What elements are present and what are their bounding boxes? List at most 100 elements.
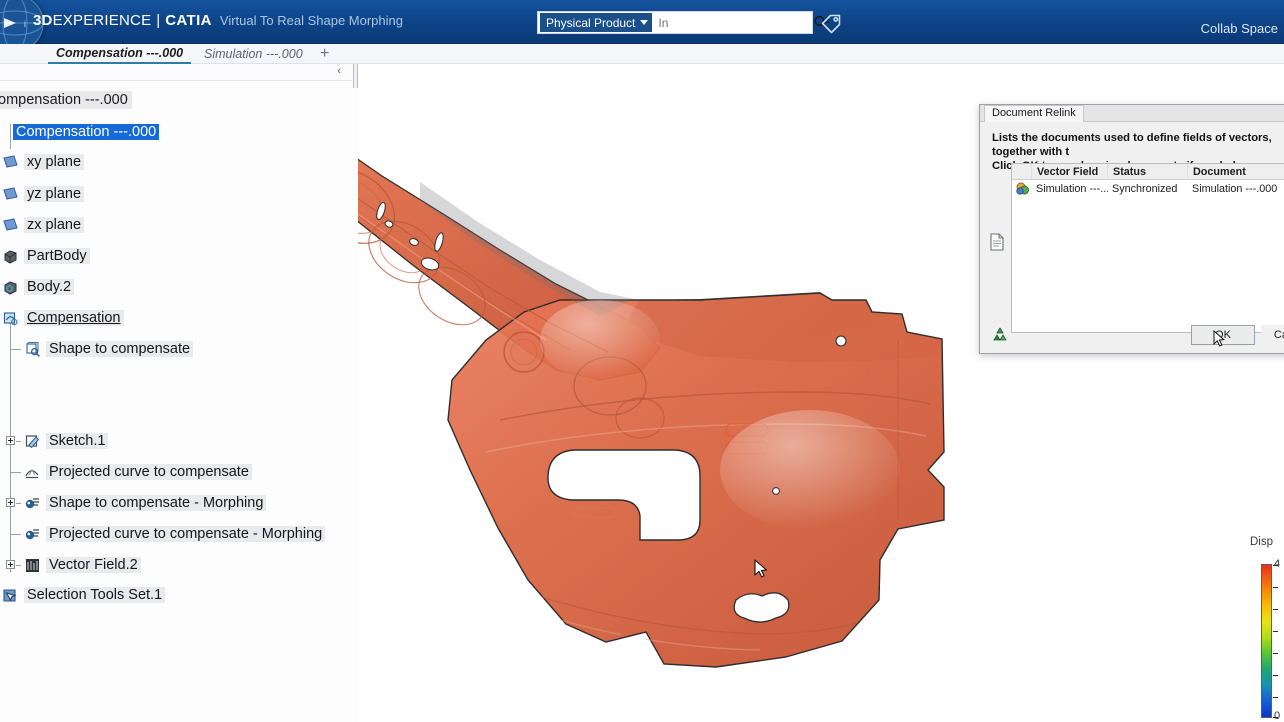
dialog-footer: OK Cancel	[980, 321, 1284, 353]
tree-item-xy-plane[interactable]: xy plane	[2, 152, 84, 172]
tree-item-label: PartBody	[24, 248, 90, 264]
tree-item-label: Body.2	[24, 279, 74, 295]
specification-tree-panel: ‹ ompensation ---.000 Compensation ---.0…	[0, 64, 352, 722]
tree-item-body2[interactable]: Body.2	[2, 277, 74, 297]
tree-item-compensation-root[interactable]: Compensation ---.000	[13, 122, 159, 142]
legend-max-value: 4	[1274, 558, 1280, 570]
table-row[interactable]: Simulation ---.... Synchronized Simulati…	[1012, 180, 1284, 197]
legend-min-value: 0	[1274, 710, 1280, 722]
tree-connector-line	[10, 124, 11, 149]
tree-item-zx-plane[interactable]: zx plane	[2, 215, 84, 235]
tree-item-label: Selection Tools Set.1	[24, 587, 165, 603]
tree-item-shape-to-compensate-morphing[interactable]: Shape to compensate - Morphing	[24, 493, 266, 513]
global-search-bar[interactable]: Physical Product	[537, 11, 813, 34]
relink-table-header: Vector Field Status Document	[1012, 164, 1284, 180]
tree-expander-shape-morphing[interactable]	[6, 498, 15, 507]
displacement-color-legend: Disp 4 0	[1250, 536, 1284, 722]
tree-expander-sketch1[interactable]	[6, 436, 15, 445]
legend-tick	[1273, 653, 1278, 654]
tree-item-label: Shape to compensate - Morphing	[46, 495, 266, 511]
tree-item-label: Shape to compensate	[46, 341, 193, 357]
tree-connector-line	[10, 534, 21, 535]
tab-simulation-label: Simulation ---.000	[204, 47, 303, 61]
app-name-text: Virtual To Real Shape Morphing	[220, 13, 403, 28]
tree-panel-header: ‹	[0, 64, 352, 81]
legend-tick	[1273, 675, 1278, 676]
column-header-icon	[1012, 164, 1032, 179]
legend-gradient-bar	[1261, 564, 1272, 718]
compensation-icon	[2, 310, 19, 327]
vector-field-icon	[24, 557, 41, 574]
tree-item-projected-curve-morphing[interactable]: Projected curve to compensate - Morphing	[24, 524, 325, 544]
brand-separator: |	[156, 12, 160, 29]
brand-catia-text: CATIA	[165, 12, 212, 29]
column-header-status: Status	[1108, 164, 1188, 179]
tree-item-compensation[interactable]: Compensation	[2, 308, 124, 328]
sketch-icon	[24, 433, 41, 450]
tree-item-yz-plane[interactable]: yz plane	[2, 184, 84, 204]
plane-icon	[2, 186, 19, 203]
tree-item-label: Projected curve to compensate	[46, 464, 252, 480]
tab-compensation[interactable]: Compensation ---.000	[48, 44, 191, 64]
legend-tick	[1273, 697, 1278, 698]
recycle-sync-icon[interactable]	[991, 326, 1009, 344]
tree-item-projected-curve[interactable]: Projected curve to compensate	[24, 462, 252, 482]
cell-vector-field: Simulation ---....	[1032, 183, 1108, 195]
mouse-cursor-icon	[754, 559, 768, 579]
shape-icon	[24, 341, 41, 358]
vector-field-row-icon	[1012, 182, 1032, 195]
tree-item-partbody[interactable]: PartBody	[2, 246, 90, 266]
selection-tools-icon	[2, 587, 19, 604]
column-header-vector-field: Vector Field	[1032, 164, 1108, 179]
legend-title: Disp	[1250, 536, 1273, 548]
tree-item-label: zx plane	[24, 217, 84, 233]
legend-tick	[1273, 631, 1278, 632]
curve-icon	[24, 464, 41, 481]
tree-item-label: Compensation ---.000	[13, 124, 159, 140]
tab-compensation-label: Compensation ---.000	[56, 46, 183, 60]
document-tab-strip: Compensation ---.000 Simulation ---.000 …	[0, 44, 1284, 64]
tree-connector-line	[16, 565, 21, 566]
search-scope-label: Physical Product	[546, 16, 635, 30]
brand-3d-text: 3D	[33, 12, 53, 29]
brand-title: 3DEXPERIENCE | CATIA Virtual To Real Sha…	[33, 12, 403, 34]
column-header-document: Document	[1188, 164, 1284, 179]
tree-item-label: Vector Field.2	[46, 557, 141, 573]
chevron-down-icon	[640, 20, 648, 25]
cell-status: Synchronized	[1108, 183, 1188, 195]
tree-item-label: Sketch.1	[46, 433, 108, 449]
tree-item-shape-to-compensate[interactable]: Shape to compensate	[24, 339, 193, 359]
tree-item-selection-tools-set1[interactable]: Selection Tools Set.1	[2, 585, 165, 605]
chevron-left-icon[interactable]: ‹	[337, 65, 341, 77]
search-scope-dropdown[interactable]: Physical Product	[540, 13, 652, 32]
relink-table[interactable]: Vector Field Status Document Simulation …	[1011, 163, 1284, 333]
document-icon[interactable]	[989, 233, 1005, 251]
tree-connector-line	[16, 441, 21, 442]
catia-application-window: i N 3DEXPERIENCE | CATIA Virtual To Real…	[0, 0, 1284, 722]
add-tab-button[interactable]: +	[320, 45, 329, 63]
mouse-cursor-icon	[1213, 330, 1225, 348]
tree-expander-vector-field2[interactable]	[6, 560, 15, 569]
tree-connector-line	[10, 349, 21, 350]
plane-icon	[2, 154, 19, 171]
tree-root-label[interactable]: ompensation ---.000	[0, 91, 132, 109]
plane-icon	[2, 217, 19, 234]
tree-connector-line	[16, 503, 21, 504]
morphing-icon	[24, 526, 41, 543]
tree-item-vector-field2[interactable]: Vector Field.2	[24, 555, 141, 575]
collab-space-label[interactable]: Collab Space	[1201, 21, 1278, 36]
tree-item-label: yz plane	[24, 186, 84, 202]
tree-item-label: Compensation	[24, 310, 124, 326]
tab-simulation[interactable]: Simulation ---.000	[196, 44, 311, 64]
tree-item-label: xy plane	[24, 154, 84, 170]
cancel-button[interactable]: Cancel	[1261, 325, 1284, 345]
dialog-tab-document-relink[interactable]: Document Relink	[984, 105, 1084, 122]
body-icon	[2, 279, 19, 296]
top-header-bar: i N 3DEXPERIENCE | CATIA Virtual To Real…	[0, 0, 1284, 44]
tag-icon[interactable]	[819, 12, 843, 34]
document-relink-dialog[interactable]: Document Relink Lists the documents used…	[979, 104, 1284, 354]
search-input[interactable]	[652, 16, 813, 30]
tree-item-sketch1[interactable]: Sketch.1	[24, 431, 108, 451]
tree-connector-line	[10, 472, 21, 473]
brand-experience-text: EXPERIENCE	[53, 12, 152, 29]
